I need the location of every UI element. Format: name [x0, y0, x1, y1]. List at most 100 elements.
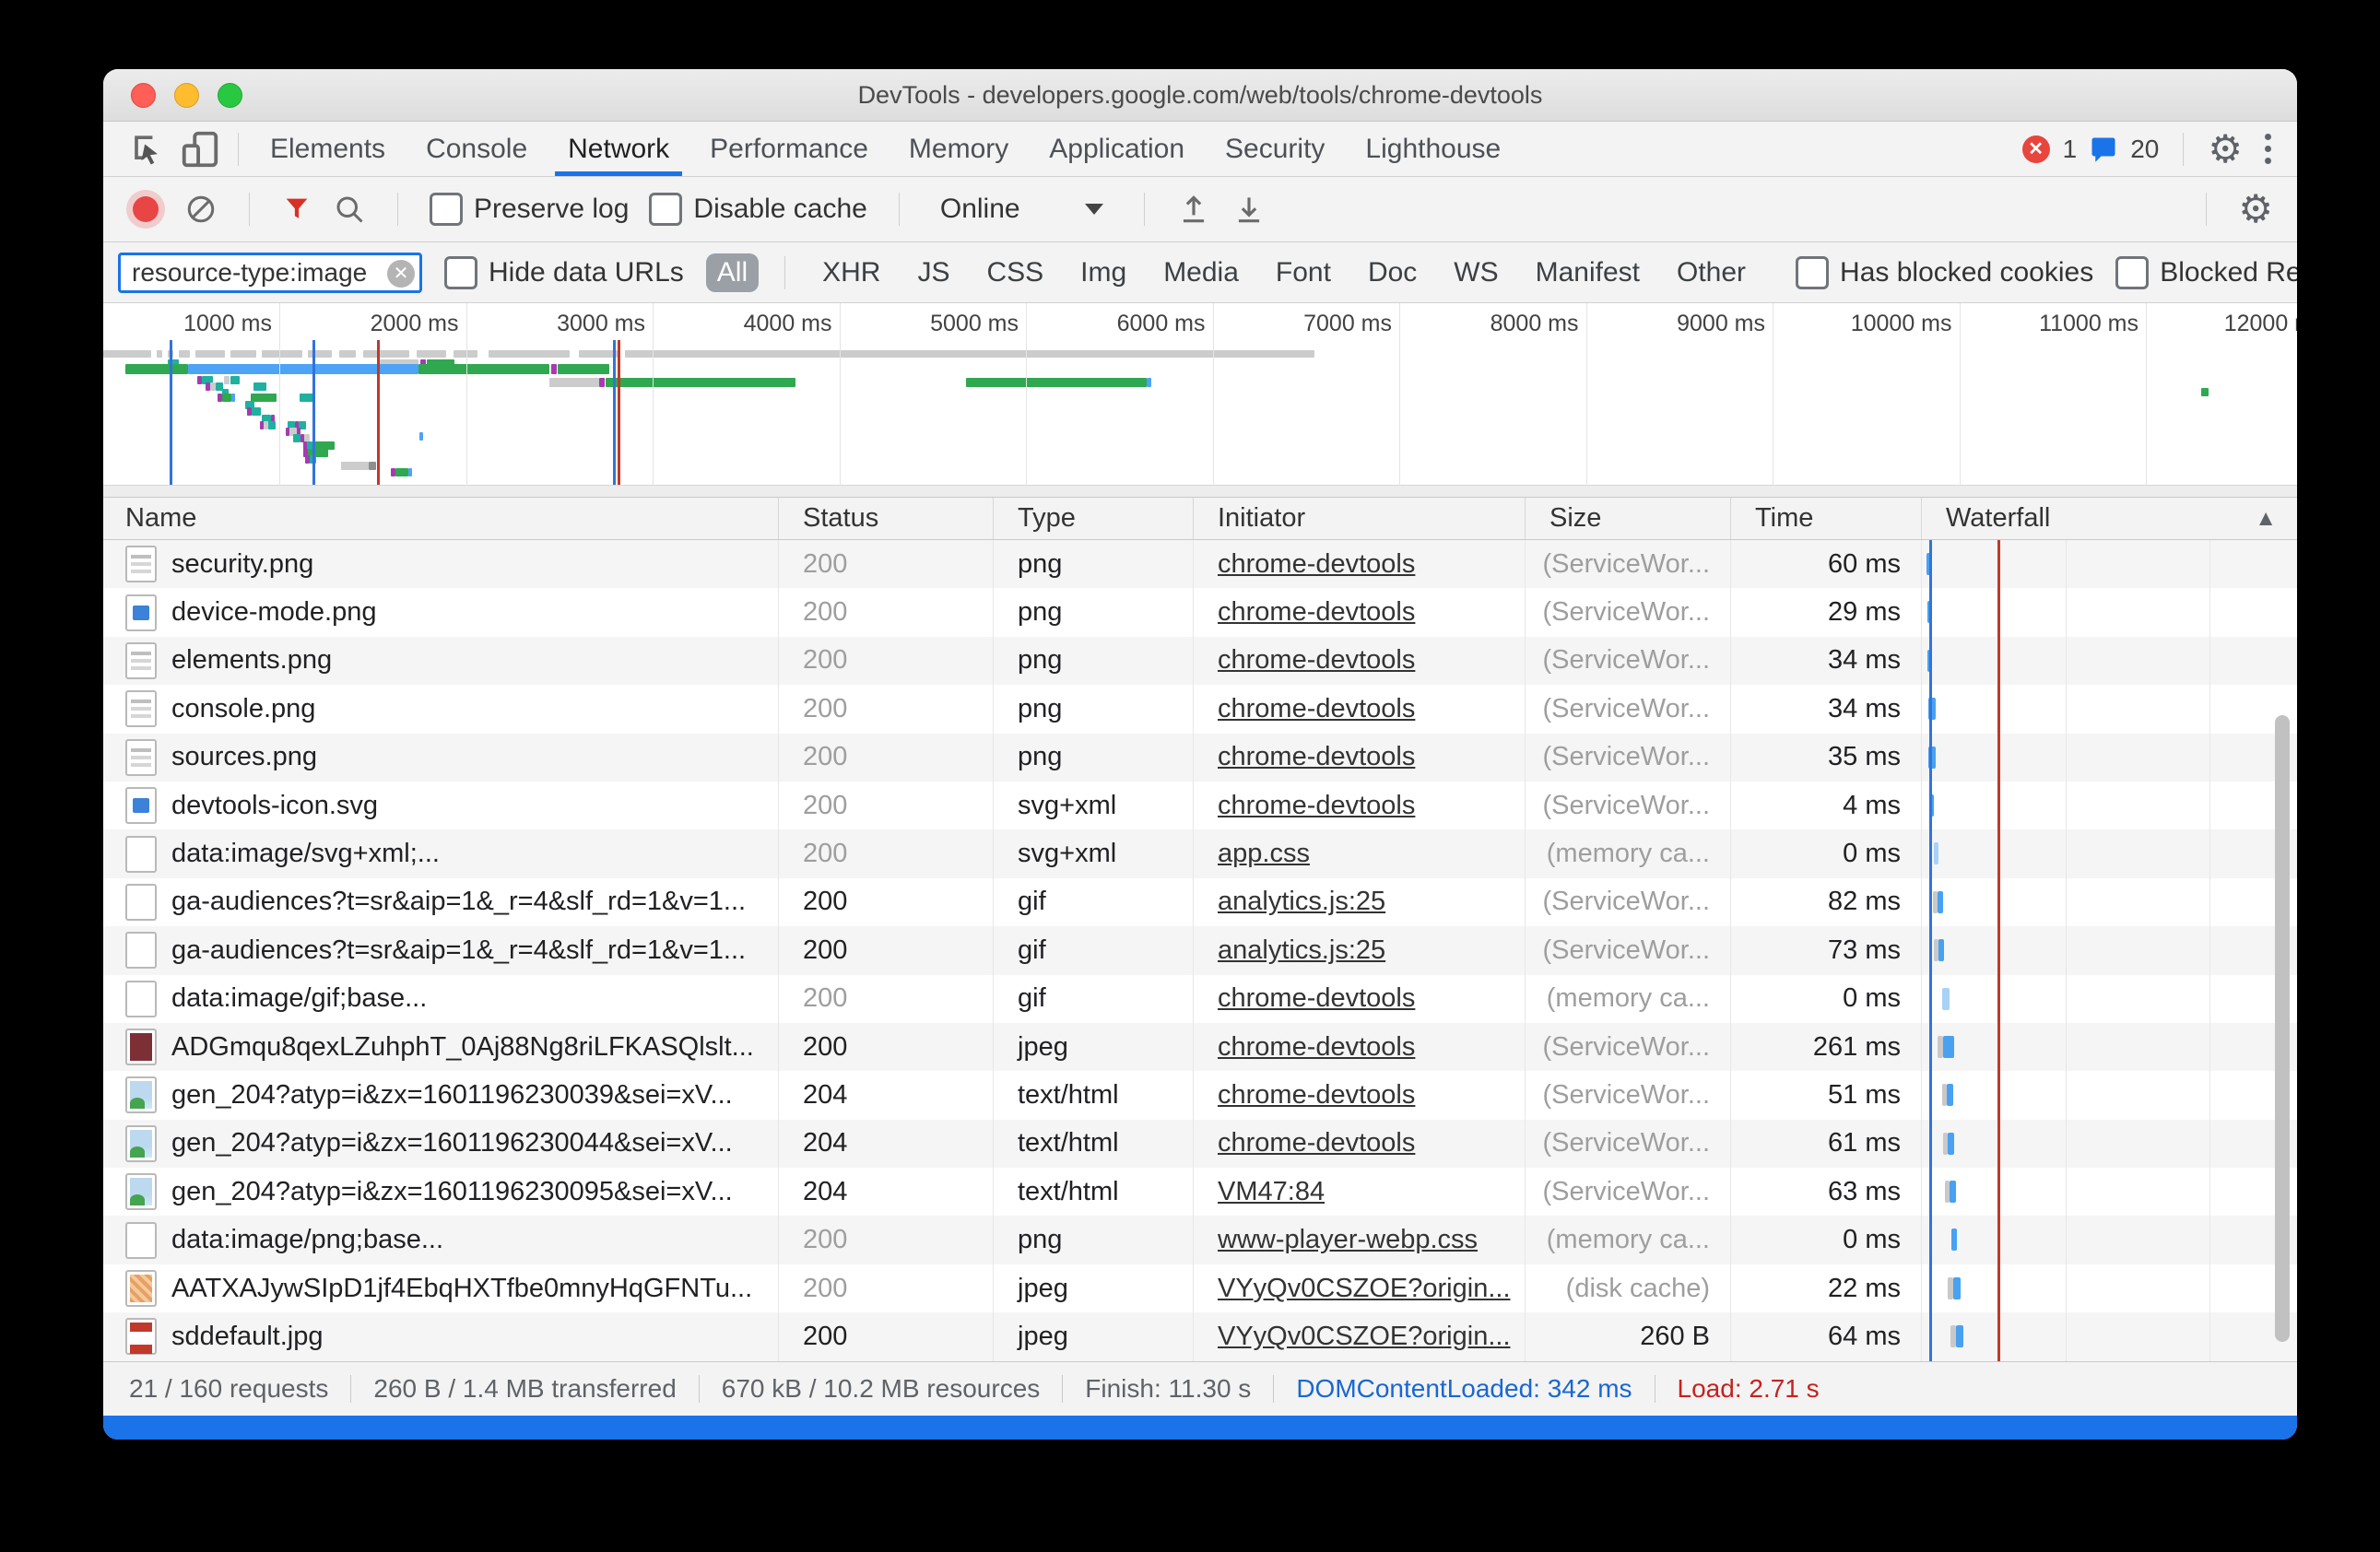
- pill-font[interactable]: Font: [1265, 253, 1342, 292]
- table-row[interactable]: data:image/png;base... 200 png www-playe…: [103, 1216, 2297, 1264]
- settings-gear-icon[interactable]: ⚙: [2208, 130, 2243, 169]
- pill-ws[interactable]: WS: [1443, 253, 1509, 292]
- table-row[interactable]: ga-audiences?t=sr&aip=1&_r=4&slf_rd=1&v=…: [103, 878, 2297, 926]
- initiator-link[interactable]: chrome-devtools: [1218, 1032, 1415, 1063]
- table-row[interactable]: devtools-icon.svg 200 svg+xml chrome-dev…: [103, 782, 2297, 829]
- initiator-link[interactable]: VM47:84: [1218, 1177, 1325, 1207]
- preserve-log-checkbox[interactable]: [430, 193, 463, 226]
- pill-js[interactable]: JS: [906, 253, 960, 292]
- column-header-time[interactable]: Time: [1731, 498, 1922, 539]
- column-header-size[interactable]: Size: [1526, 498, 1731, 539]
- tab-performance[interactable]: Performance: [689, 123, 889, 176]
- table-row[interactable]: ga-audiences?t=sr&aip=1&_r=4&slf_rd=1&v=…: [103, 926, 2297, 974]
- column-header-type[interactable]: Type: [994, 498, 1194, 539]
- table-row[interactable]: device-mode.png 200 png chrome-devtools …: [103, 588, 2297, 636]
- column-header-status[interactable]: Status: [779, 498, 994, 539]
- blocked-requests-checkbox[interactable]: [2115, 256, 2149, 289]
- export-har-icon[interactable]: [1231, 192, 1267, 227]
- record-button[interactable]: [133, 196, 159, 222]
- tab-network[interactable]: Network: [548, 123, 689, 176]
- table-row[interactable]: console.png 200 png chrome-devtools (Ser…: [103, 685, 2297, 733]
- table-row[interactable]: gen_204?atyp=i&zx=1601196230039&sei=xV..…: [103, 1071, 2297, 1119]
- search-icon[interactable]: [333, 193, 366, 226]
- request-status: 200: [779, 829, 994, 877]
- initiator-link[interactable]: app.css: [1218, 839, 1310, 869]
- column-header-waterfall[interactable]: Waterfall▲: [1922, 498, 2297, 539]
- table-row[interactable]: ADGmqu8qexLZuhphT_0Aj88Ng8riLFKASQlslt..…: [103, 1023, 2297, 1071]
- table-row[interactable]: AATXAJywSIpD1jf4EbqHXTfbe0mnyHqGFNTu... …: [103, 1264, 2297, 1312]
- request-time: 0 ms: [1731, 829, 1922, 877]
- table-row[interactable]: security.png 200 png chrome-devtools (Se…: [103, 540, 2297, 588]
- pill-media[interactable]: Media: [1152, 253, 1250, 292]
- pill-all[interactable]: All: [706, 253, 759, 292]
- status-bar-item[interactable]: DOMContentLoaded: 342 ms: [1296, 1374, 1632, 1404]
- message-badge-icon[interactable]: [2090, 135, 2117, 163]
- status-bar-item[interactable]: Load: 2.71 s: [1678, 1374, 1820, 1404]
- divider: [397, 193, 398, 226]
- pill-xhr[interactable]: XHR: [811, 253, 891, 292]
- initiator-link[interactable]: chrome-devtools: [1218, 694, 1415, 724]
- tab-lighthouse[interactable]: Lighthouse: [1345, 123, 1521, 176]
- initiator-link[interactable]: analytics.js:25: [1218, 935, 1385, 966]
- table-row[interactable]: gen_204?atyp=i&zx=1601196230044&sei=xV..…: [103, 1120, 2297, 1168]
- initiator-link[interactable]: chrome-devtools: [1218, 742, 1415, 772]
- initiator-link[interactable]: chrome-devtools: [1218, 791, 1415, 821]
- initiator-link[interactable]: chrome-devtools: [1218, 597, 1415, 628]
- has-blocked-cookies-checkbox[interactable]: [1796, 256, 1829, 289]
- device-toolbar-icon[interactable]: [173, 128, 227, 170]
- error-badge-icon[interactable]: ✕: [2022, 135, 2050, 163]
- close-window-button[interactable]: [131, 83, 156, 108]
- table-row[interactable]: data:image/gif;base... 200 gif chrome-de…: [103, 975, 2297, 1023]
- network-settings-gear-icon[interactable]: ⚙: [2238, 190, 2273, 229]
- pill-img[interactable]: Img: [1069, 253, 1137, 292]
- import-har-icon[interactable]: [1176, 192, 1211, 227]
- pill-manifest[interactable]: Manifest: [1525, 253, 1651, 292]
- filter-input[interactable]: [118, 253, 422, 293]
- minimize-window-button[interactable]: [174, 83, 199, 108]
- table-row[interactable]: elements.png 200 png chrome-devtools (Se…: [103, 637, 2297, 685]
- tab-elements[interactable]: Elements: [250, 123, 406, 176]
- initiator-link[interactable]: chrome-devtools: [1218, 549, 1415, 580]
- overview-event-line: [377, 340, 380, 486]
- initiator-link[interactable]: chrome-devtools: [1218, 1128, 1415, 1158]
- zoom-window-button[interactable]: [218, 83, 242, 108]
- table-row[interactable]: gen_204?atyp=i&zx=1601196230095&sei=xV..…: [103, 1168, 2297, 1216]
- initiator-link[interactable]: www-player-webp.css: [1218, 1225, 1478, 1255]
- initiator-link[interactable]: analytics.js:25: [1218, 887, 1385, 917]
- request-time: 64 ms: [1731, 1312, 1922, 1360]
- tab-security[interactable]: Security: [1205, 123, 1345, 176]
- throttling-dropdown[interactable]: Online: [931, 194, 1113, 225]
- table-row[interactable]: data:image/svg+xml;... 200 svg+xml app.c…: [103, 829, 2297, 877]
- overview-request-bar: [230, 350, 256, 358]
- page-bottom-strip: [103, 1416, 2297, 1440]
- clear-filter-icon[interactable]: ✕: [387, 260, 415, 288]
- pill-other[interactable]: Other: [1666, 253, 1757, 292]
- initiator-link[interactable]: VYyQv0CSZOE?origin...: [1218, 1274, 1511, 1304]
- vertical-scrollbar[interactable]: [2275, 715, 2290, 1342]
- waterfall-cell: [1922, 829, 2297, 877]
- table-row[interactable]: sources.png 200 png chrome-devtools (Ser…: [103, 734, 2297, 782]
- pill-doc[interactable]: Doc: [1357, 253, 1428, 292]
- initiator-link[interactable]: chrome-devtools: [1218, 983, 1415, 1014]
- disable-cache-checkbox[interactable]: [649, 193, 682, 226]
- waterfall-cell: [1922, 878, 2297, 926]
- overview-gridline: [1399, 303, 1400, 486]
- inspect-element-icon[interactable]: [120, 128, 173, 170]
- tab-application[interactable]: Application: [1029, 123, 1205, 176]
- initiator-link[interactable]: chrome-devtools: [1218, 645, 1415, 676]
- filter-funnel-icon[interactable]: [281, 194, 312, 225]
- hide-data-urls-checkbox[interactable]: [444, 256, 477, 289]
- column-header-initiator[interactable]: Initiator: [1194, 498, 1526, 539]
- initiator-link[interactable]: chrome-devtools: [1218, 1080, 1415, 1111]
- tab-memory[interactable]: Memory: [889, 123, 1029, 176]
- network-overview[interactable]: 1000 ms2000 ms3000 ms4000 ms5000 ms6000 …: [103, 303, 2297, 498]
- waterfall-download-bar: [1950, 1181, 1956, 1203]
- clear-icon[interactable]: [184, 193, 218, 226]
- table-row[interactable]: sddefault.jpg 200 jpeg VYyQv0CSZOE?origi…: [103, 1312, 2297, 1360]
- request-status: 200: [779, 1312, 994, 1360]
- pill-css[interactable]: CSS: [975, 253, 1055, 292]
- column-header-name[interactable]: Name: [103, 498, 779, 539]
- more-options-icon[interactable]: [2256, 134, 2280, 164]
- initiator-link[interactable]: VYyQv0CSZOE?origin...: [1218, 1322, 1511, 1352]
- tab-console[interactable]: Console: [406, 123, 548, 176]
